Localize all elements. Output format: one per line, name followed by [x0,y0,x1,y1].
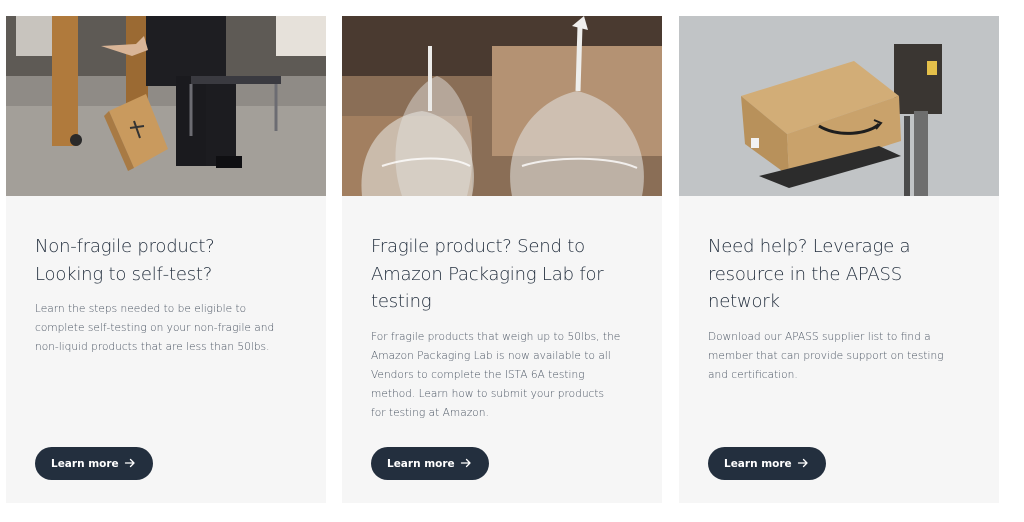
card-description: For fragile products that weigh up to 50… [371,330,621,420]
learn-more-button[interactable]: Learn more [35,447,153,480]
learn-more-button[interactable]: Learn more [371,447,489,480]
amazon-box-test-rig-photo [679,16,999,196]
arrow-right-icon [797,458,808,468]
card-body: Non-fragile product? Looking to self-tes… [35,233,285,358]
card-apass-network: Need help? Leverage a resource in the AP… [679,16,999,503]
card-title: Non-fragile product? Looking to self-tes… [35,236,215,285]
card-description: Learn the steps needed to be eligible to… [35,303,275,354]
card-description: Download our APASS supplier list to find… [708,330,944,381]
button-label: Learn more [387,457,455,470]
wine-glasses-photo [342,16,662,196]
resource-cards: Non-fragile product? Looking to self-tes… [0,0,1024,522]
arrow-right-icon [124,458,135,468]
learn-more-button[interactable]: Learn more [708,447,826,480]
card-body: Fragile product? Send to Amazon Packagin… [371,233,621,424]
card-title: Fragile product? Send to Amazon Packagin… [371,236,604,312]
button-label: Learn more [51,457,119,470]
card-packaging-lab: Fragile product? Send to Amazon Packagin… [342,16,662,503]
warehouse-worker-photo [6,16,326,196]
card-self-test: Non-fragile product? Looking to self-tes… [6,16,326,503]
button-label: Learn more [724,457,792,470]
card-body: Need help? Leverage a resource in the AP… [708,233,958,385]
card-title: Need help? Leverage a resource in the AP… [708,236,911,312]
arrow-right-icon [460,458,471,468]
